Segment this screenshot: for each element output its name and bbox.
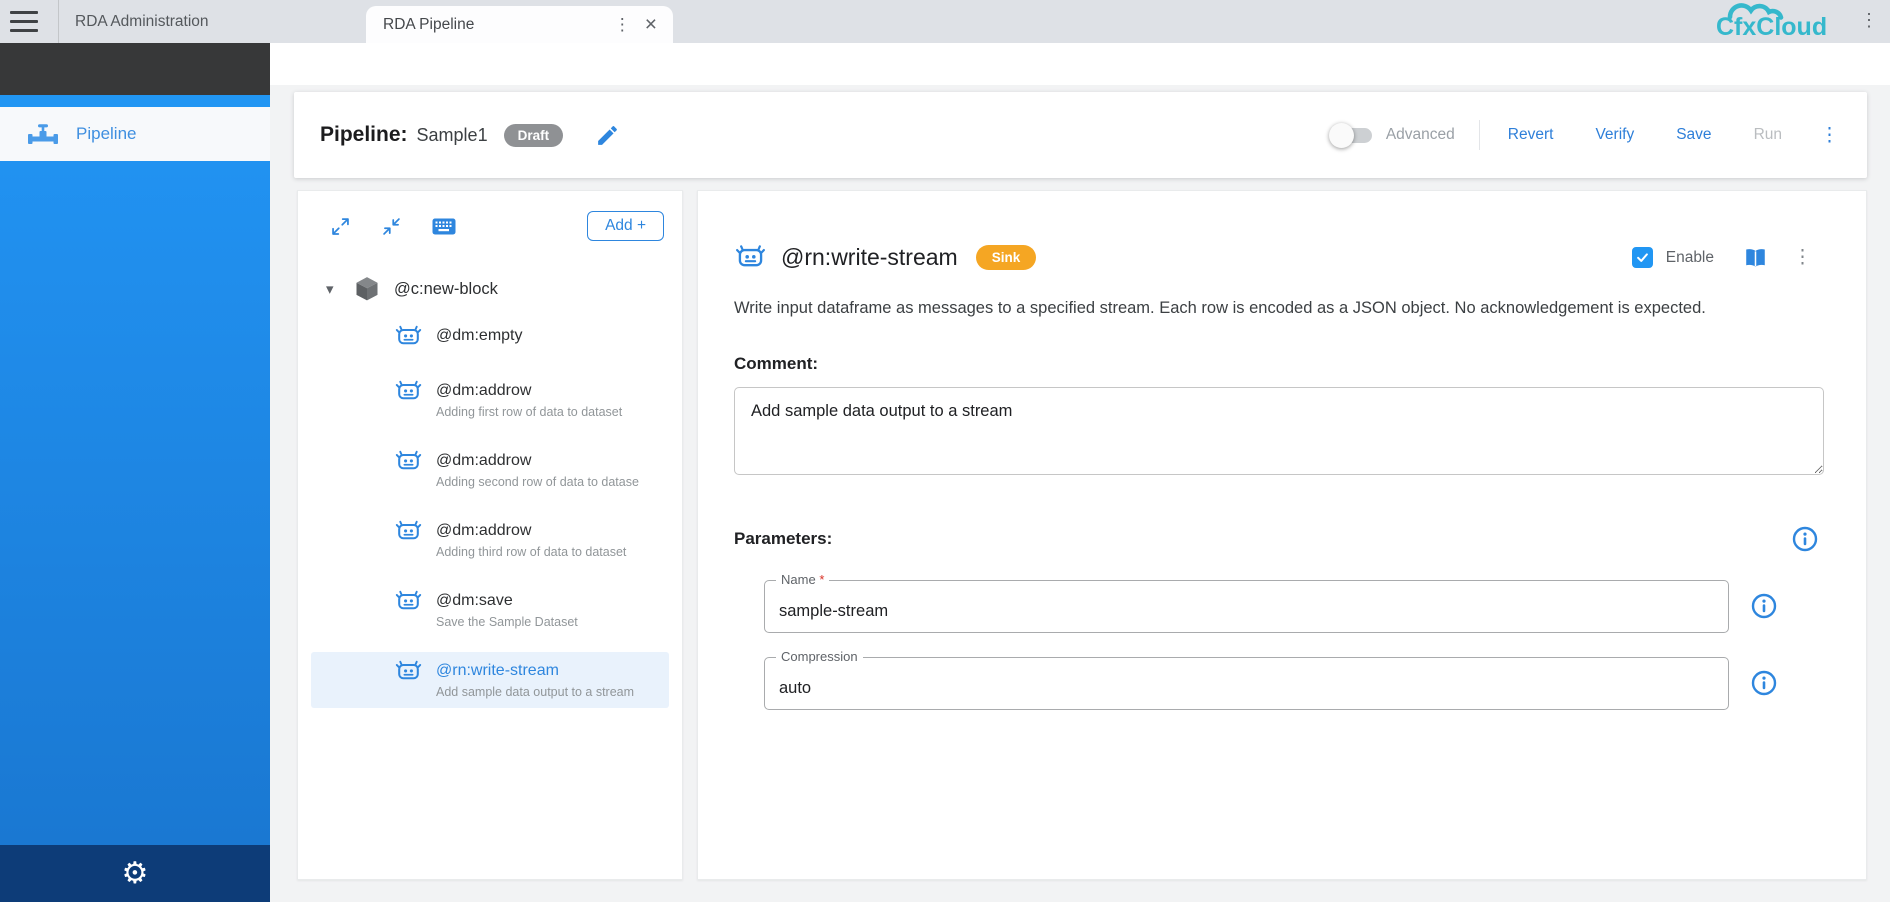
block-cube-icon	[353, 275, 381, 303]
tree-node-subtitle: Adding first row of data to dataset	[436, 404, 622, 421]
pipeline-tree-panel: Add + ▾ @c:new-block @dm:empty @dm:addro…	[297, 190, 683, 880]
tree-node-label: @rn:write-stream	[436, 659, 634, 682]
parameters-label: Parameters:	[734, 529, 832, 549]
tree-node-dm-save[interactable]: @dm:save Save the Sample Dataset	[298, 582, 682, 638]
tree-node-subtitle: Add sample data output to a stream	[436, 684, 634, 701]
tree-node-subtitle: Adding third row of data to dataset	[436, 544, 626, 561]
bot-icon	[394, 657, 423, 686]
edit-pencil-icon[interactable]	[595, 123, 620, 148]
tree-node-dm-empty[interactable]: @dm:empty	[298, 317, 682, 358]
tree-node-label: @dm:addrow	[436, 379, 622, 402]
sidebar-footer: ⚙	[0, 845, 270, 902]
tree-node-label: @dm:addrow	[436, 519, 626, 542]
advanced-toggle-label: Advanced	[1386, 126, 1455, 144]
tree-toolbar: Add +	[298, 191, 682, 247]
name-field-label: Name *	[776, 572, 829, 587]
tree-node-dm-addrow-2[interactable]: @dm:addrow Adding second row of data to …	[298, 442, 682, 498]
enable-checkbox[interactable]	[1632, 247, 1653, 268]
main-top-strip	[270, 43, 1890, 85]
tab-close-icon[interactable]: ×	[639, 14, 663, 35]
tree-root-node[interactable]: ▾ @c:new-block	[298, 275, 682, 303]
check-icon	[1635, 250, 1650, 265]
verify-button[interactable]: Verify	[1591, 120, 1638, 150]
browser-options-icon[interactable]: ⋮	[1860, 10, 1878, 31]
menu-icon[interactable]	[10, 11, 38, 32]
sidebar-body	[0, 161, 270, 845]
parameters-info-icon[interactable]	[1792, 526, 1818, 552]
bot-icon	[394, 447, 423, 476]
tree-node-subtitle: Save the Sample Dataset	[436, 614, 578, 631]
bot-detail-panel: @rn:write-stream Sink Enable ⋮ Write inp…	[697, 190, 1867, 880]
settings-gear-icon[interactable]: ⚙	[122, 859, 149, 889]
tree-node-subtitle: Adding second row of data to datase	[436, 474, 639, 491]
compression-input[interactable]	[765, 658, 1728, 709]
tab-rda-pipeline[interactable]: RDA Pipeline ⋮ ×	[366, 6, 673, 43]
sidebar: Pipeline ⚙	[0, 43, 270, 902]
add-bot-button[interactable]: Add +	[587, 211, 664, 241]
compression-info-icon[interactable]	[1751, 670, 1777, 696]
tab-label: RDA Pipeline	[383, 16, 606, 34]
bot-description: Write input dataframe as messages to a s…	[734, 294, 1804, 324]
cfxcloud-logo: CfxCloud	[1700, 2, 1838, 47]
name-field: Name *	[764, 580, 1729, 633]
collapse-all-icon[interactable]	[381, 216, 402, 237]
bot-title: @rn:write-stream	[781, 244, 958, 271]
revert-button[interactable]: Revert	[1504, 120, 1558, 150]
logo-text: CfxCloud	[1716, 13, 1827, 41]
divider	[1479, 120, 1480, 150]
pipeline-header: Pipeline: Sample1 Draft Advanced Revert …	[294, 92, 1867, 178]
tree-node-rn-write-stream[interactable]: @rn:write-stream Add sample data output …	[311, 652, 669, 708]
tab-options-icon[interactable]: ⋮	[606, 15, 639, 35]
documentation-book-icon[interactable]	[1742, 246, 1769, 270]
tab-label: RDA Administration	[75, 13, 364, 31]
tree-node-label: @dm:save	[436, 589, 578, 612]
header-options-icon[interactable]: ⋮	[1820, 124, 1839, 147]
required-asterisk: *	[819, 572, 824, 587]
tree-node-label: @dm:addrow	[436, 449, 639, 472]
save-button[interactable]: Save	[1672, 120, 1715, 150]
pipeline-title-label: Pipeline:	[320, 123, 408, 147]
sidebar-item-pipeline[interactable]: Pipeline	[0, 107, 270, 161]
bot-type-badge: Sink	[976, 245, 1037, 270]
caret-down-icon[interactable]: ▾	[326, 280, 340, 298]
bot-icon	[734, 241, 767, 274]
comment-label: Comment:	[734, 354, 1822, 374]
enable-label: Enable	[1666, 249, 1714, 267]
tree-node-label: @dm:empty	[436, 324, 522, 347]
tab-rda-administration[interactable]: RDA Administration	[58, 0, 364, 43]
tree-root-label: @c:new-block	[394, 280, 498, 299]
bot-icon	[394, 517, 423, 546]
bot-options-icon[interactable]: ⋮	[1793, 246, 1812, 269]
expand-all-icon[interactable]	[330, 216, 351, 237]
compression-field: Compression	[764, 657, 1729, 710]
name-info-icon[interactable]	[1751, 593, 1777, 619]
run-button[interactable]: Run	[1750, 120, 1786, 150]
advanced-toggle[interactable]	[1332, 128, 1372, 143]
tree-node-dm-addrow-3[interactable]: @dm:addrow Adding third row of data to d…	[298, 512, 682, 568]
status-badge: Draft	[504, 124, 564, 147]
sidebar-header-block	[0, 43, 270, 95]
comment-textarea[interactable]: Add sample data output to a stream	[734, 387, 1824, 475]
sidebar-item-label: Pipeline	[76, 124, 137, 144]
bot-icon	[394, 587, 423, 616]
keyboard-icon[interactable]	[432, 217, 456, 236]
name-input[interactable]	[765, 581, 1728, 632]
sidebar-accent-strip	[0, 95, 270, 107]
pipeline-icon	[27, 122, 59, 146]
browser-tab-bar: RDA Administration RDA Pipeline ⋮ × CfxC…	[0, 0, 1890, 43]
pipeline-name: Sample1	[417, 125, 488, 146]
bot-icon	[394, 322, 423, 351]
bot-icon	[394, 377, 423, 406]
compression-field-label: Compression	[776, 649, 863, 664]
tree-node-dm-addrow-1[interactable]: @dm:addrow Adding first row of data to d…	[298, 372, 682, 428]
